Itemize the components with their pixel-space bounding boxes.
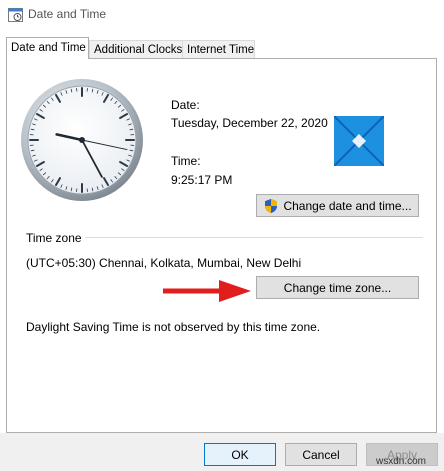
date-time-icon [8, 8, 23, 22]
change-time-zone-button[interactable]: Change time zone... [256, 276, 419, 299]
uac-shield-icon [265, 198, 278, 213]
date-value: Tuesday, December 22, 2020 [171, 116, 328, 130]
time-value: 9:25:17 PM [171, 173, 233, 187]
tab-internet-time[interactable]: Internet Time [182, 40, 255, 58]
watermark-text: wsxdn.com [376, 456, 427, 467]
dst-note: Daylight Saving Time is not observed by … [26, 320, 321, 334]
change-time-zone-label: Change time zone... [283, 280, 392, 295]
tab-additional-clocks[interactable]: Additional Clocks [89, 40, 183, 58]
analog-clock [21, 79, 143, 201]
time-label: Time: [171, 154, 201, 168]
title-bar: Date and Time [0, 0, 444, 30]
date-label: Date: [171, 98, 200, 112]
cancel-button[interactable]: Cancel [285, 443, 357, 466]
time-zone-value: (UTC+05:30) Chennai, Kolkata, Mumbai, Ne… [26, 256, 302, 270]
red-arrow-icon [163, 280, 251, 302]
change-date-time-button[interactable]: Change date and time... [256, 194, 419, 217]
time-zone-heading: Time zone [26, 231, 82, 245]
change-date-time-label: Change date and time... [283, 198, 412, 213]
section-divider [85, 237, 423, 238]
ok-button[interactable]: OK [204, 443, 276, 466]
window-title: Date and Time [28, 7, 107, 21]
windows-logo-icon [334, 116, 384, 166]
tab-date-and-time[interactable]: Date and Time [6, 37, 89, 59]
